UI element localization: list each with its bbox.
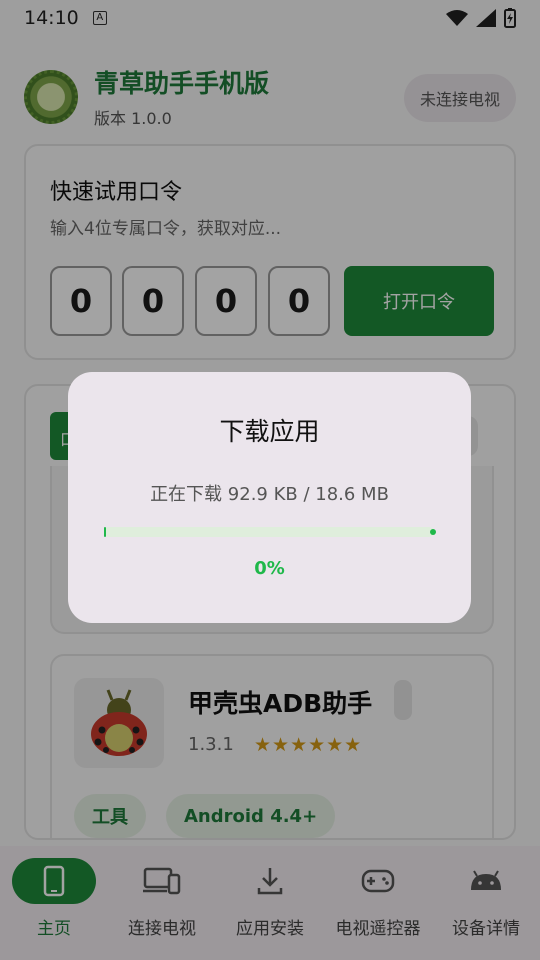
download-progress-fill [104, 527, 106, 537]
download-progress-bar [104, 527, 436, 537]
dialog-title: 下载应用 [219, 417, 320, 446]
download-dialog: 下载应用 正在下载 92.9 KB / 18.6 MB 0% [68, 372, 471, 623]
download-percent: 0% [254, 558, 285, 579]
progress-end-dot [430, 529, 436, 535]
download-status-text: 正在下载 92.9 KB / 18.6 MB [150, 484, 389, 505]
